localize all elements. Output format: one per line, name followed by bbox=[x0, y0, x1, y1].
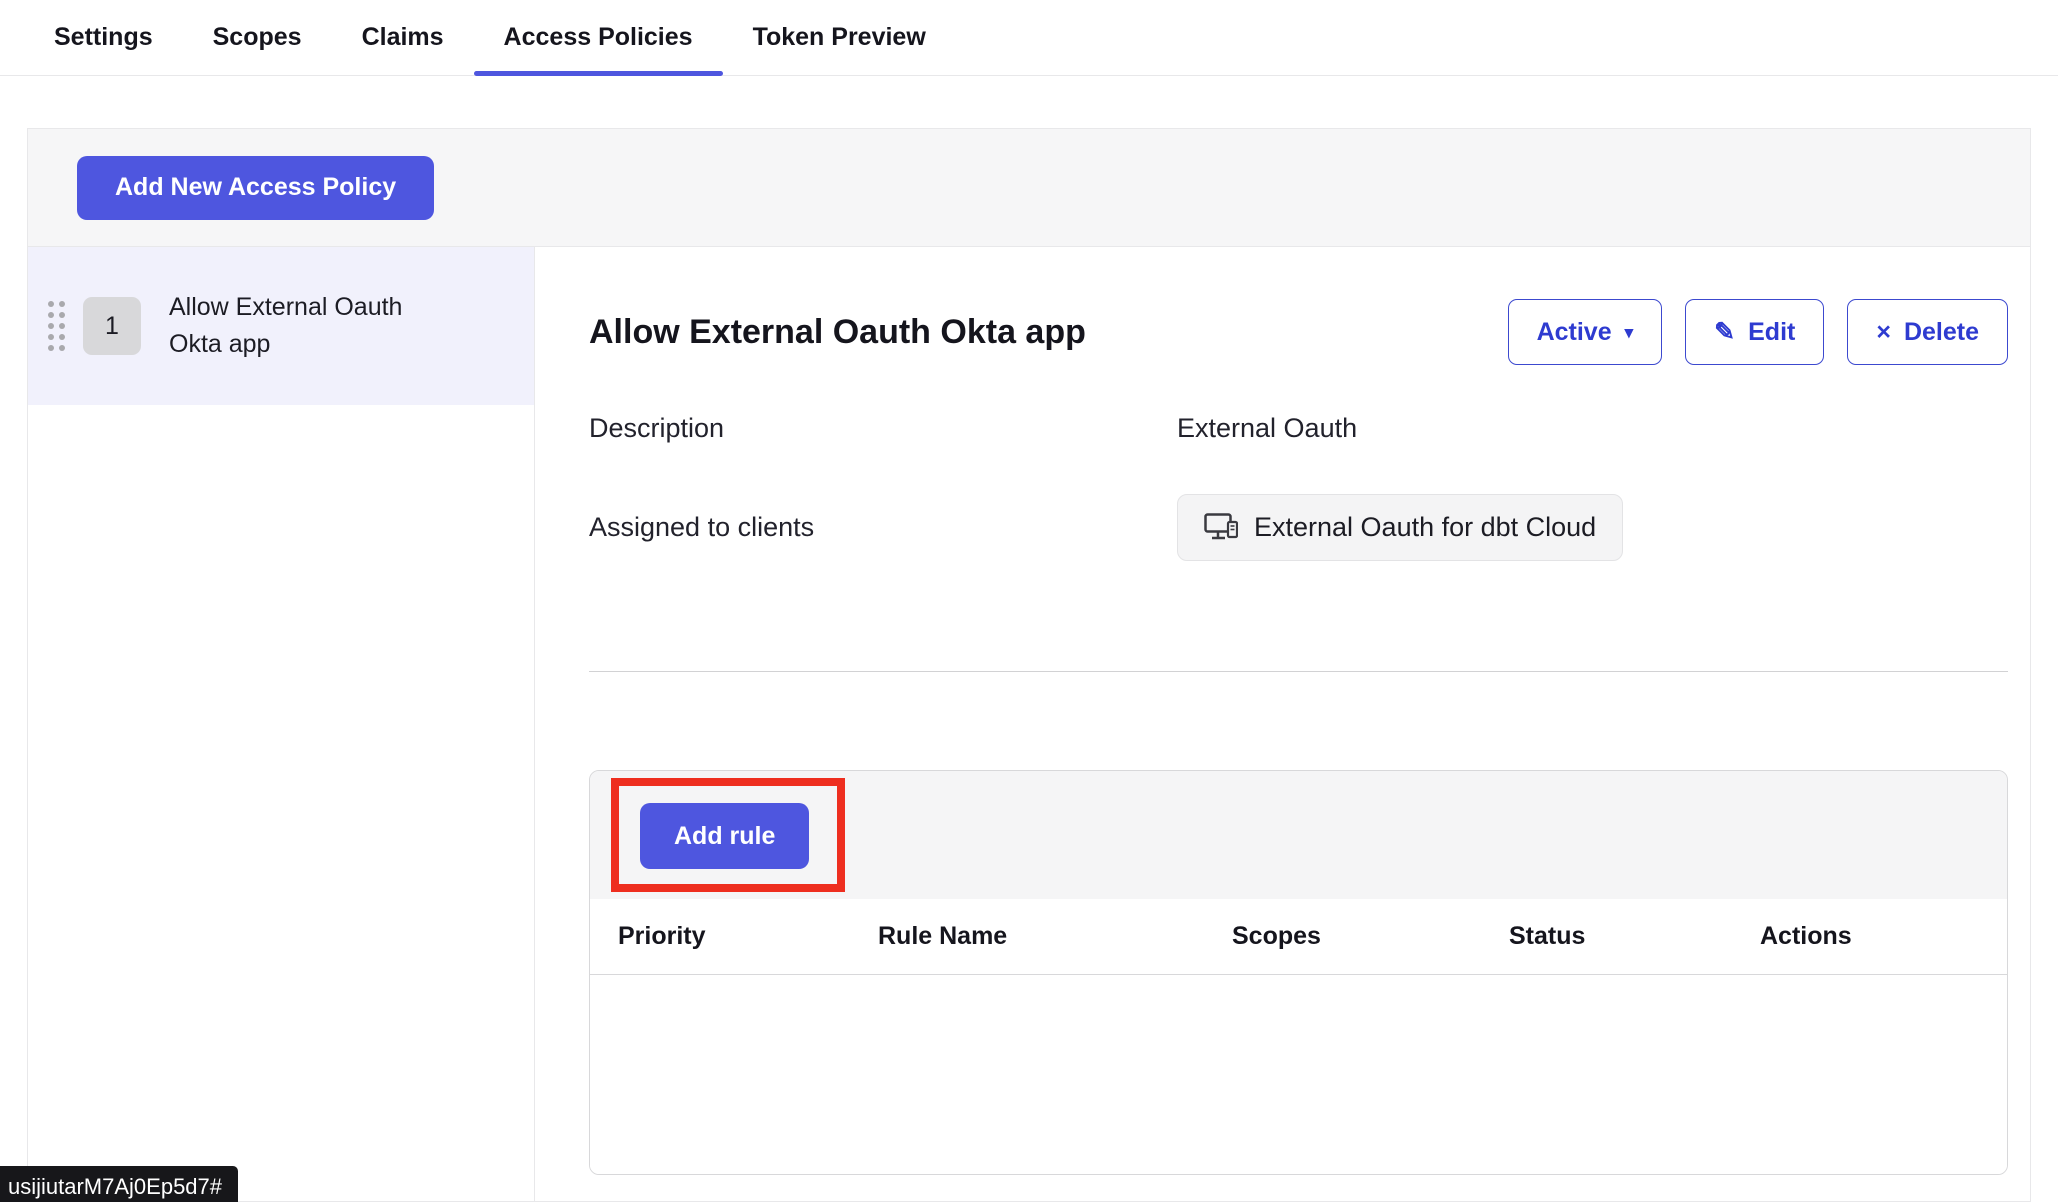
policy-priority-badge: 1 bbox=[83, 297, 141, 355]
tab-settings[interactable]: Settings bbox=[24, 0, 183, 75]
section-divider bbox=[589, 671, 2008, 672]
policy-title: Allow External Oauth Okta app bbox=[589, 313, 1086, 352]
tab-access-policies[interactable]: Access Policies bbox=[474, 0, 723, 75]
delete-button[interactable]: × Delete bbox=[1847, 299, 2008, 365]
assigned-clients-label: Assigned to clients bbox=[589, 512, 1177, 543]
add-new-access-policy-button[interactable]: Add New Access Policy bbox=[77, 156, 434, 220]
drag-handle-icon[interactable] bbox=[48, 301, 65, 351]
assigned-client-chip: External Oauth for dbt Cloud bbox=[1177, 494, 1623, 561]
policies-toolbar: Add New Access Policy bbox=[28, 129, 2030, 247]
tab-bar: Settings Scopes Claims Access Policies T… bbox=[0, 0, 2058, 76]
column-priority: Priority bbox=[618, 922, 878, 951]
policy-list-item[interactable]: 1 Allow External Oauth Okta app bbox=[28, 247, 534, 405]
rules-toolbar: Add rule bbox=[590, 771, 2007, 899]
column-status: Status bbox=[1509, 922, 1760, 951]
rules-table-header: Priority Rule Name Scopes Status Actions bbox=[590, 899, 2007, 975]
policy-list: 1 Allow External Oauth Okta app bbox=[28, 247, 535, 1201]
active-status-dropdown[interactable]: Active ▾ bbox=[1508, 299, 1663, 365]
edit-button[interactable]: ✎ Edit bbox=[1685, 299, 1824, 365]
description-label: Description bbox=[589, 413, 1177, 444]
tab-scopes[interactable]: Scopes bbox=[183, 0, 332, 75]
policy-action-buttons: Active ▾ ✎ Edit × Delete bbox=[1508, 299, 2008, 365]
pencil-icon: ✎ bbox=[1714, 320, 1735, 345]
rules-panel: Add rule Priority Rule Name Scopes Statu… bbox=[589, 770, 2008, 1175]
column-scopes: Scopes bbox=[1232, 922, 1509, 951]
close-icon: × bbox=[1876, 320, 1891, 345]
policy-detail-pane: Allow External Oauth Okta app Active ▾ ✎… bbox=[535, 247, 2030, 1201]
description-value: External Oauth bbox=[1177, 413, 2008, 444]
active-status-label: Active bbox=[1537, 318, 1612, 347]
column-rule-name: Rule Name bbox=[878, 922, 1232, 951]
link-url-preview: usijiutarM7Aj0Ep5d7# bbox=[0, 1166, 238, 1202]
rules-table-body-empty bbox=[590, 975, 2007, 1175]
add-rule-button[interactable]: Add rule bbox=[640, 803, 809, 869]
assigned-client-name: External Oauth for dbt Cloud bbox=[1254, 512, 1596, 543]
chevron-down-icon: ▾ bbox=[1625, 324, 1634, 341]
tab-token-preview[interactable]: Token Preview bbox=[723, 0, 956, 75]
access-policies-panel: Add New Access Policy 1 Allow External O… bbox=[27, 128, 2031, 1202]
edit-button-label: Edit bbox=[1748, 318, 1795, 347]
policy-name-label: Allow External Oauth Okta app bbox=[169, 289, 459, 364]
tab-claims[interactable]: Claims bbox=[332, 0, 474, 75]
computer-icon bbox=[1204, 513, 1238, 543]
column-actions: Actions bbox=[1760, 922, 2007, 951]
annotation-highlight-box: Add rule bbox=[611, 778, 845, 892]
delete-button-label: Delete bbox=[1904, 318, 1979, 347]
